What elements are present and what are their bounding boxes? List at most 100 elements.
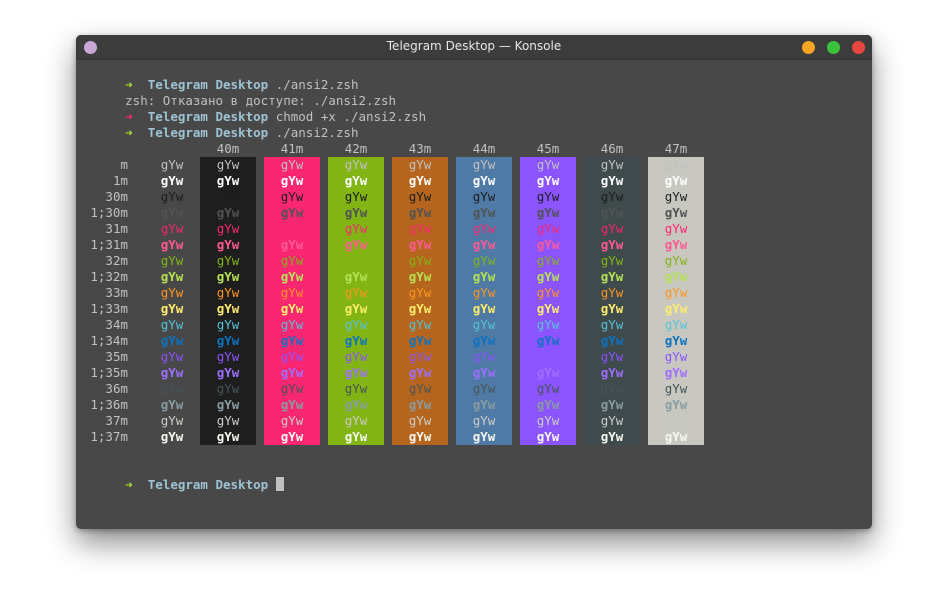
color-sample-cell: gYw <box>160 157 184 172</box>
color-sample-cell: gYw <box>472 381 496 396</box>
color-sample-cell: gYw <box>600 253 624 268</box>
color-sample-cell: gYw <box>472 333 496 348</box>
color-sample-cell: gYw <box>536 317 560 332</box>
color-sample-cell: gYw <box>280 189 304 204</box>
color-sample-cell: gYw <box>160 189 184 204</box>
color-sample-cell: gYw <box>472 349 496 364</box>
color-sample-cell: gYw <box>280 365 304 380</box>
column-header: 40m <box>216 141 240 156</box>
color-sample-cell: gYw <box>216 173 240 188</box>
column-header: 44m <box>472 141 496 156</box>
color-sample-cell: gYw <box>216 237 240 252</box>
color-sample-cell: gYw <box>408 413 432 428</box>
row-label: 1;36m <box>90 397 128 412</box>
row-label: 37m <box>105 413 128 428</box>
color-sample-cell: gYw <box>408 237 432 252</box>
column-header: 41m <box>280 141 304 156</box>
color-sample-cell: gYw <box>280 317 304 332</box>
prompt-directory: Telegram Desktop <box>147 477 269 492</box>
window-titlebar[interactable]: Telegram Desktop — Konsole <box>76 35 872 60</box>
color-sample-cell: gYw <box>408 221 432 236</box>
color-sample-cell: gYw <box>344 237 368 252</box>
color-sample-cell: gYw <box>160 349 184 364</box>
color-sample-cell: gYw <box>280 413 304 428</box>
column-header: 47m <box>664 141 688 156</box>
color-sample-cell: gYw <box>600 365 624 380</box>
color-sample-cell: gYw <box>472 221 496 236</box>
maximize-icon[interactable] <box>827 41 840 54</box>
color-sample-cell: gYw <box>216 189 240 204</box>
color-sample-cell: gYw <box>280 381 304 396</box>
color-sample-cell: gYw <box>160 205 184 220</box>
color-sample-cell: gYw <box>408 269 432 284</box>
color-sample-cell: gYw <box>344 413 368 428</box>
color-sample-cell: gYw <box>536 413 560 428</box>
konsole-window: Telegram Desktop — Konsole ➜ Telegram De… <box>76 35 872 529</box>
color-sample-cell: gYw <box>216 365 240 380</box>
color-sample-cell: gYw <box>664 349 688 364</box>
color-sample-cell: gYw <box>280 237 304 252</box>
color-sample-cell: gYw <box>664 317 688 332</box>
color-sample-cell: gYw <box>600 285 624 300</box>
row-label: 30m <box>105 189 128 204</box>
color-sample-cell: gYw <box>600 317 624 332</box>
color-sample-cell: gYw <box>472 237 496 252</box>
color-sample-cell: gYw <box>536 189 560 204</box>
color-sample-cell: gYw <box>160 253 184 268</box>
terminal-area[interactable]: ➜ Telegram Desktop ./ansi2.zsh zsh: Отка… <box>76 60 872 529</box>
color-sample-cell: gYw <box>536 269 560 284</box>
color-sample-cell: gYw <box>472 205 496 220</box>
color-sample-cell: gYw <box>344 205 368 220</box>
row-label: 31m <box>105 221 128 236</box>
color-sample-cell: gYw <box>536 221 560 236</box>
color-sample-cell: gYw <box>536 285 560 300</box>
color-sample-cell: gYw <box>600 221 624 236</box>
color-sample-cell: gYw <box>408 301 432 316</box>
color-sample-cell: gYw <box>160 397 184 412</box>
color-sample-cell: gYw <box>280 253 304 268</box>
color-sample-cell: gYw <box>160 413 184 428</box>
color-sample-cell: gYw <box>536 333 560 348</box>
color-sample-cell: gYw <box>472 269 496 284</box>
color-sample-cell: gYw <box>664 397 688 412</box>
color-sample-cell: gYw <box>408 205 432 220</box>
row-label: 1;34m <box>90 333 128 348</box>
row-label: 1m <box>112 173 128 188</box>
color-sample-cell: gYw <box>216 317 240 332</box>
color-sample-cell: gYw <box>280 349 304 364</box>
color-sample-cell: gYw <box>664 285 688 300</box>
color-sample-cell: gYw <box>664 221 688 236</box>
column-header: 46m <box>600 141 624 156</box>
color-sample-cell: gYw <box>344 381 368 396</box>
color-sample-cell: gYw <box>472 397 496 412</box>
color-sample-cell: gYw <box>344 157 368 172</box>
color-sample-cell: gYw <box>664 301 688 316</box>
color-sample-cell: gYw <box>408 189 432 204</box>
color-sample-cell: gYw <box>344 333 368 348</box>
color-sample-cell: gYw <box>160 381 184 396</box>
close-icon[interactable] <box>852 41 865 54</box>
color-sample-cell: gYw <box>216 269 240 284</box>
color-sample-cell: gYw <box>600 397 624 412</box>
color-sample-cell: gYw <box>280 173 304 188</box>
color-sample-cell: gYw <box>160 285 184 300</box>
color-sample-cell: gYw <box>344 429 368 444</box>
color-sample-cell: gYw <box>160 221 184 236</box>
row-label: 32m <box>105 253 128 268</box>
color-sample-cell: gYw <box>280 157 304 172</box>
color-sample-cell: gYw <box>472 285 496 300</box>
color-sample-cell: gYw <box>536 157 560 172</box>
color-sample-cell: gYw <box>216 253 240 268</box>
row-label: 36m <box>105 381 128 396</box>
color-sample-cell: gYw <box>216 205 240 220</box>
color-sample-cell: gYw <box>216 349 240 364</box>
color-sample-cell: gYw <box>472 253 496 268</box>
minimize-icon[interactable] <box>802 41 815 54</box>
color-sample-cell: gYw <box>600 269 624 284</box>
color-sample-cell: gYw <box>408 429 432 444</box>
color-sample-cell: gYw <box>664 381 688 396</box>
color-sample-cell: gYw <box>408 349 432 364</box>
color-sample-cell: gYw <box>408 285 432 300</box>
color-sample-cell: gYw <box>600 205 624 220</box>
color-sample-cell: gYw <box>472 413 496 428</box>
